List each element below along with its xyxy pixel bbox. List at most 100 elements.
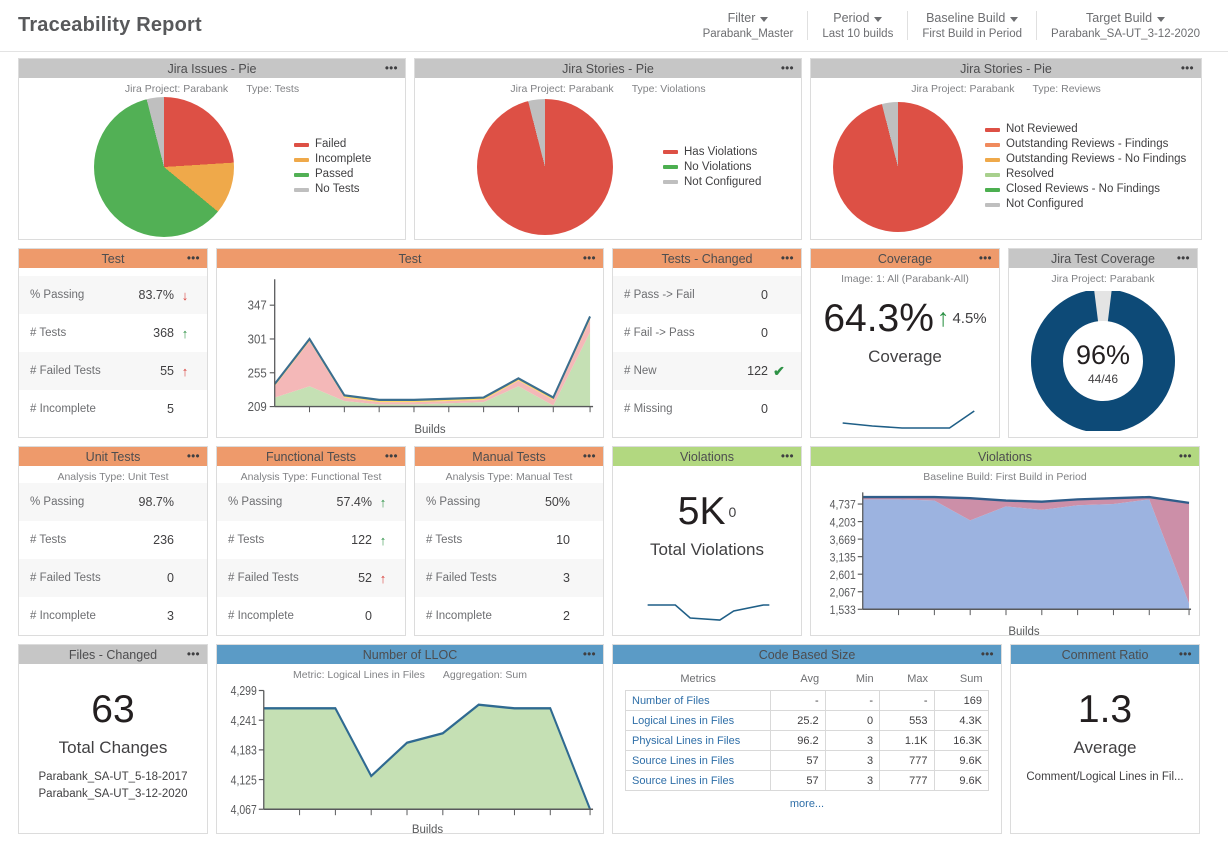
- legend-item[interactable]: Has Violations: [663, 145, 761, 160]
- stat-list: % Passing 98.7% # Tests 236 # Failed Tes…: [19, 483, 207, 635]
- coverage-summary: 64.3% ↑ 4.5% Coverage: [811, 285, 999, 437]
- trend-down-icon: ↓: [181, 287, 189, 303]
- table-row[interactable]: Source Lines in Files 57 3 777 9.6K: [624, 750, 990, 771]
- stat-value: 3: [563, 571, 570, 585]
- legend-item[interactable]: No Violations: [663, 160, 761, 175]
- widget-menu-icon[interactable]: •••: [385, 63, 398, 74]
- widget-menu-icon[interactable]: •••: [583, 253, 596, 264]
- widget-subtitle: Baseline Build: First Build in Period: [923, 471, 1087, 483]
- metric-name[interactable]: Logical Lines in Files: [624, 710, 772, 731]
- legend-item[interactable]: Resolved: [985, 167, 1186, 182]
- metric-name[interactable]: Source Lines in Files: [624, 770, 772, 791]
- legend-item[interactable]: Failed: [294, 137, 371, 152]
- period-dropdown[interactable]: Period Last 10 builds: [807, 11, 907, 40]
- trend-up-icon: ↑: [181, 325, 189, 341]
- y-axis-tick-labels: 1,533 2,067 2,601 3,135 3,669 4,203 4,73…: [830, 499, 856, 617]
- trend-none-icon: [572, 495, 590, 510]
- chevron-down-icon: [874, 16, 883, 22]
- coverage-sparkline[interactable]: [811, 397, 999, 437]
- widget-menu-icon[interactable]: •••: [981, 649, 994, 660]
- stat-label: # Failed Tests: [426, 572, 497, 584]
- widget-menu-icon[interactable]: •••: [583, 649, 596, 660]
- metric-name[interactable]: Number of Files: [624, 690, 772, 711]
- table-row[interactable]: Source Lines in Files 57 3 777 9.6K: [624, 770, 990, 791]
- stat-label: % Passing: [30, 496, 85, 508]
- widget-menu-icon[interactable]: •••: [781, 63, 794, 74]
- pie-chart[interactable]: [833, 102, 963, 232]
- pie-chart[interactable]: [94, 97, 234, 237]
- widget-header: Test •••: [217, 249, 603, 268]
- coverage-value-row: 64.3% ↑ 4.5%: [823, 299, 986, 338]
- table-row[interactable]: Number of Files - - - 169: [624, 690, 990, 711]
- legend-item[interactable]: Closed Reviews - No Findings: [985, 182, 1186, 197]
- widget-menu-icon[interactable]: •••: [781, 451, 794, 462]
- widget-functional-tests: Functional Tests ••• Analysis Type: Func…: [216, 446, 406, 636]
- metric-name[interactable]: Physical Lines in Files: [624, 730, 772, 751]
- files-changed-value: 63: [91, 688, 135, 731]
- pie-chart[interactable]: [477, 99, 613, 235]
- widget-menu-icon[interactable]: •••: [1179, 451, 1192, 462]
- metric-sum: 9.6K: [933, 750, 990, 771]
- violations-value-row: 5K 0: [678, 492, 737, 531]
- metric-avg: 57: [770, 770, 826, 791]
- table-row[interactable]: Physical Lines in Files 96.2 3 1.1K 16.3…: [624, 730, 990, 751]
- legend-item[interactable]: Passed: [294, 167, 371, 182]
- widget-title: Jira Issues - Pie: [167, 61, 257, 76]
- trend-none-icon: [176, 609, 194, 624]
- lloc-area-chart[interactable]: 4,067 4,125 4,183 4,241 4,299: [217, 681, 603, 833]
- table-row[interactable]: Logical Lines in Files 25.2 0 553 4.3K: [624, 710, 990, 731]
- stat-value: 55: [160, 364, 174, 378]
- stat-row: # Failed Tests 0: [19, 559, 207, 597]
- target-build-dropdown[interactable]: Target Build Parabank_SA-UT_3-12-2020: [1036, 11, 1214, 40]
- svg-text:4,241: 4,241: [231, 715, 257, 728]
- widget-menu-icon[interactable]: •••: [187, 649, 200, 660]
- metric-min: 3: [824, 730, 881, 751]
- violations-summary: 5K 0 Total Violations: [613, 466, 801, 635]
- stat-label: # Tests: [228, 534, 265, 546]
- metric-avg: 25.2: [770, 710, 826, 731]
- legend-item[interactable]: Incomplete: [294, 152, 371, 167]
- widget-menu-icon[interactable]: •••: [1177, 253, 1190, 264]
- violations-area-chart[interactable]: 1,533 2,067 2,601 3,135 3,669 4,203 4,73…: [811, 483, 1199, 635]
- test-area-chart[interactable]: 209 255 301 347: [217, 268, 603, 437]
- filter-dropdown[interactable]: Filter Parabank_Master: [689, 11, 808, 40]
- type-label: Type: Violations: [631, 83, 706, 95]
- stat-row: % Passing 83.7% ↓: [19, 276, 207, 314]
- legend-item[interactable]: Not Configured: [663, 175, 761, 190]
- widget-body: 1,533 2,067 2,601 3,135 3,669 4,203 4,73…: [811, 483, 1199, 635]
- legend-item[interactable]: Not Configured: [985, 197, 1186, 212]
- legend-item[interactable]: Outstanding Reviews - No Findings: [985, 152, 1186, 167]
- col-min: Min: [855, 673, 874, 685]
- baseline-build-dropdown[interactable]: Baseline Build First Build in Period: [907, 11, 1036, 40]
- donut-chart[interactable]: 96% 44/46: [1028, 291, 1178, 431]
- legend-item[interactable]: Outstanding Reviews - Findings: [985, 137, 1186, 152]
- svg-text:4,737: 4,737: [830, 499, 856, 512]
- legend-item[interactable]: No Tests: [294, 182, 371, 197]
- widget-menu-icon[interactable]: •••: [385, 451, 398, 462]
- widget-menu-icon[interactable]: •••: [979, 253, 992, 264]
- stat-label: # Incomplete: [228, 610, 294, 622]
- widget-menu-icon[interactable]: •••: [187, 451, 200, 462]
- legend-item[interactable]: Not Reviewed: [985, 122, 1186, 137]
- legend-swatch-icon: [663, 150, 678, 154]
- widget-header: Comment Ratio •••: [1011, 645, 1199, 664]
- violations-sparkline[interactable]: [613, 593, 801, 635]
- legend-swatch-icon: [294, 172, 309, 177]
- more-link[interactable]: more...: [613, 798, 1001, 810]
- metric-name[interactable]: Source Lines in Files: [624, 750, 772, 771]
- widget-menu-icon[interactable]: •••: [1179, 649, 1192, 660]
- widget-menu-icon[interactable]: •••: [187, 253, 200, 264]
- stat-value: 98.7%: [138, 495, 174, 509]
- target-build-label-text: Target Build: [1086, 11, 1153, 25]
- check-icon: ✔: [773, 362, 785, 379]
- target-build-value: Parabank_SA-UT_3-12-2020: [1051, 28, 1200, 40]
- widget-menu-icon[interactable]: •••: [583, 451, 596, 462]
- widget-menu-icon[interactable]: •••: [1181, 63, 1194, 74]
- donut-center-sub: 44/46: [1088, 372, 1118, 386]
- widget-unit-tests: Unit Tests ••• Analysis Type: Unit Test …: [18, 446, 208, 636]
- widget-menu-icon[interactable]: •••: [781, 253, 794, 264]
- svg-text:4,067: 4,067: [231, 804, 257, 817]
- widget-jira-stories-violations-pie: Jira Stories - Pie ••• Jira Project: Par…: [414, 58, 802, 240]
- svg-text:4,299: 4,299: [231, 685, 257, 698]
- legend-label: Failed: [315, 138, 347, 150]
